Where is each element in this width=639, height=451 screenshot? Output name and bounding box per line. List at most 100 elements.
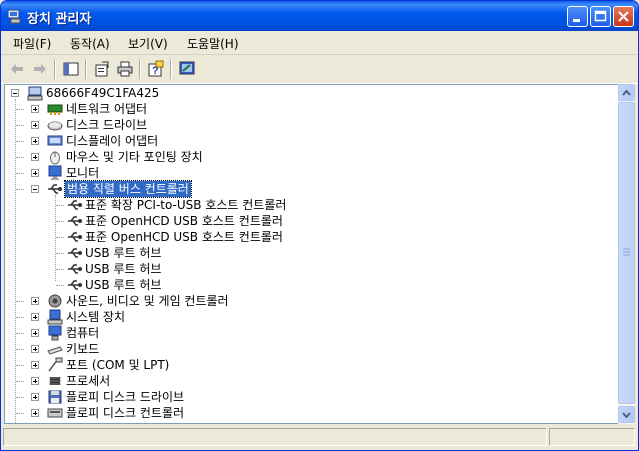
tree-category[interactable]: 플로피 디스크 컨트롤러 bbox=[5, 405, 605, 421]
category-label: 네트워크 어댑터 bbox=[66, 102, 148, 116]
usb-icon bbox=[68, 232, 82, 242]
category-label: 키보드 bbox=[66, 342, 100, 356]
back-arrow-icon[interactable] bbox=[8, 60, 26, 78]
status-bar bbox=[1, 425, 638, 450]
device-label: 표준 확장 PCI-to-USB 호스트 컨트롤러 bbox=[85, 198, 287, 212]
tree-device[interactable]: 표준 OpenHCD USB 호스트 컨트롤러 bbox=[5, 229, 605, 245]
tree-category[interactable]: 컴퓨터 bbox=[5, 325, 605, 341]
expand-toggle[interactable] bbox=[31, 313, 39, 321]
scroll-up-button[interactable] bbox=[618, 84, 635, 101]
tree-category[interactable]: 사운드, 비디오 및 게임 컨트롤러 bbox=[5, 293, 605, 309]
tree-category[interactable]: 네트워크 어댑터 bbox=[5, 101, 605, 117]
usb-icon bbox=[68, 264, 82, 274]
tree-category[interactable]: 시스템 장치 bbox=[5, 309, 605, 325]
tree-category[interactable]: 프로세서 bbox=[5, 373, 605, 389]
tree-category[interactable]: 포트 (COM 및 LPT) bbox=[5, 357, 605, 373]
menu-file[interactable]: 파일(F) bbox=[13, 35, 51, 52]
forward-arrow-icon[interactable] bbox=[31, 60, 49, 78]
vertical-scrollbar[interactable] bbox=[618, 84, 635, 424]
collapse-toggle[interactable] bbox=[31, 185, 39, 193]
expand-toggle[interactable] bbox=[31, 329, 39, 337]
tree-category[interactable]: 키보드 bbox=[5, 341, 605, 357]
tree-line bbox=[56, 285, 64, 286]
tree-category[interactable]: 마우스 및 기타 포인팅 장치 bbox=[5, 149, 605, 165]
category-label: 포트 (COM 및 LPT) bbox=[66, 358, 170, 372]
tree-line bbox=[16, 301, 24, 302]
category-label: 프로세서 bbox=[66, 374, 111, 388]
tree-device[interactable]: 표준 확장 PCI-to-USB 호스트 컨트롤러 bbox=[5, 197, 605, 213]
collapse-toggle[interactable] bbox=[11, 89, 19, 97]
tree-category[interactable]: 디스크 드라이브 bbox=[5, 117, 605, 133]
expand-toggle[interactable] bbox=[31, 361, 39, 369]
device-tree[interactable]: 68666F49C1FA425 네트워크 어댑터 디스크 드라이브 디스플레이 … bbox=[4, 84, 619, 424]
category-label: 플로피 디스크 컨트롤러 bbox=[66, 406, 185, 420]
tree-category[interactable]: 디스플레이 어댑터 bbox=[5, 133, 605, 149]
properties-icon[interactable] bbox=[93, 60, 111, 78]
tree-line bbox=[16, 413, 24, 414]
tree-device[interactable]: USB 루트 허브 bbox=[5, 277, 605, 293]
tree-category[interactable]: 모니터 bbox=[5, 165, 605, 181]
tree-root[interactable]: 68666F49C1FA425 bbox=[5, 85, 605, 101]
device-label: USB 루트 허브 bbox=[85, 278, 162, 292]
usb-icon bbox=[68, 248, 82, 258]
status-pane bbox=[3, 428, 547, 446]
expand-toggle[interactable] bbox=[31, 409, 39, 417]
scroll-thumb[interactable] bbox=[618, 102, 635, 404]
expand-toggle[interactable] bbox=[31, 393, 39, 401]
floppy-controller-icon bbox=[47, 408, 63, 418]
category-label: 디스크 드라이브 bbox=[66, 118, 148, 132]
device-label: 표준 OpenHCD USB 호스트 컨트롤러 bbox=[85, 214, 283, 228]
minimize-button[interactable] bbox=[567, 6, 588, 27]
expand-toggle[interactable] bbox=[31, 105, 39, 113]
expand-toggle[interactable] bbox=[31, 377, 39, 385]
mouse-icon bbox=[50, 151, 60, 165]
expand-toggle[interactable] bbox=[31, 345, 39, 353]
tree-category[interactable]: 플로피 디스크 드라이브 bbox=[5, 389, 605, 405]
tree-device[interactable]: USB 루트 허브 bbox=[5, 261, 605, 277]
expand-toggle[interactable] bbox=[31, 121, 39, 129]
expand-toggle[interactable] bbox=[31, 153, 39, 161]
tree-line bbox=[56, 221, 64, 222]
maximize-button[interactable] bbox=[590, 6, 611, 27]
network-adapter-icon bbox=[47, 104, 63, 115]
tree-line bbox=[56, 205, 64, 206]
scan-hardware-icon[interactable] bbox=[178, 60, 196, 78]
keyboard-icon bbox=[47, 346, 63, 355]
expand-toggle[interactable] bbox=[31, 297, 39, 305]
show-hide-tree-icon[interactable] bbox=[62, 60, 80, 78]
scroll-down-button[interactable] bbox=[618, 406, 635, 423]
printer-icon[interactable] bbox=[116, 60, 134, 78]
device-label: 표준 OpenHCD USB 호스트 컨트롤러 bbox=[85, 230, 283, 244]
system-device-icon bbox=[47, 309, 63, 325]
usb-icon bbox=[68, 200, 82, 210]
tree-category[interactable]: 범용 직렬 버스 컨트롤러 bbox=[5, 180, 605, 198]
close-button[interactable] bbox=[613, 6, 634, 27]
tree-line bbox=[16, 125, 24, 126]
toolbar-separator bbox=[139, 59, 141, 79]
menu-action[interactable]: 동작(A) bbox=[70, 35, 110, 52]
close-icon bbox=[618, 11, 629, 22]
help-icon[interactable]: ? bbox=[147, 60, 165, 78]
menu-help[interactable]: 도움말(H) bbox=[187, 35, 239, 52]
category-label: 모니터 bbox=[66, 166, 100, 180]
menu-view[interactable]: 보기(V) bbox=[128, 35, 168, 52]
sound-icon bbox=[48, 294, 62, 308]
expand-toggle[interactable] bbox=[31, 169, 39, 177]
tree-device[interactable]: USB 루트 허브 bbox=[5, 245, 605, 261]
expand-toggle[interactable] bbox=[31, 137, 39, 145]
category-label: 마우스 및 기타 포인팅 장치 bbox=[66, 150, 203, 164]
computer-name: 68666F49C1FA425 bbox=[46, 86, 160, 100]
device-label: USB 루트 허브 bbox=[85, 246, 162, 260]
category-label: 플로피 디스크 드라이브 bbox=[66, 390, 185, 404]
processor-icon bbox=[49, 377, 61, 385]
category-label: 컴퓨터 bbox=[66, 326, 100, 340]
title-bar[interactable]: 장치 관리자 bbox=[1, 1, 638, 31]
port-icon bbox=[48, 357, 63, 372]
tree-line bbox=[56, 269, 64, 270]
usb-icon bbox=[68, 216, 82, 226]
tree-line bbox=[16, 157, 24, 158]
chevron-down-icon bbox=[622, 412, 631, 419]
tree-line bbox=[16, 141, 24, 142]
tree-line bbox=[16, 381, 24, 382]
tree-device[interactable]: 표준 OpenHCD USB 호스트 컨트롤러 bbox=[5, 213, 605, 229]
